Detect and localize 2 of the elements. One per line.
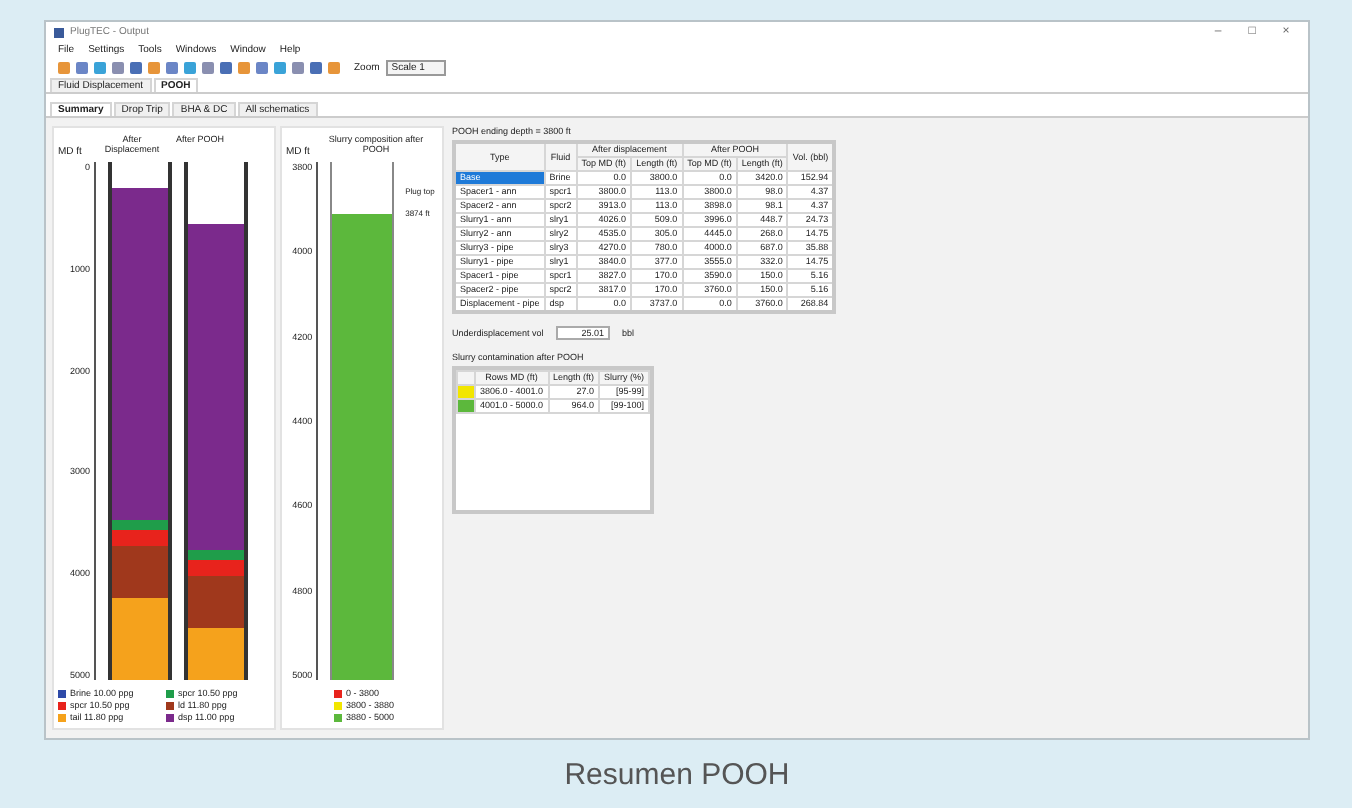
app-icon — [54, 27, 64, 37]
image-caption: Resumen POOH — [562, 755, 792, 795]
